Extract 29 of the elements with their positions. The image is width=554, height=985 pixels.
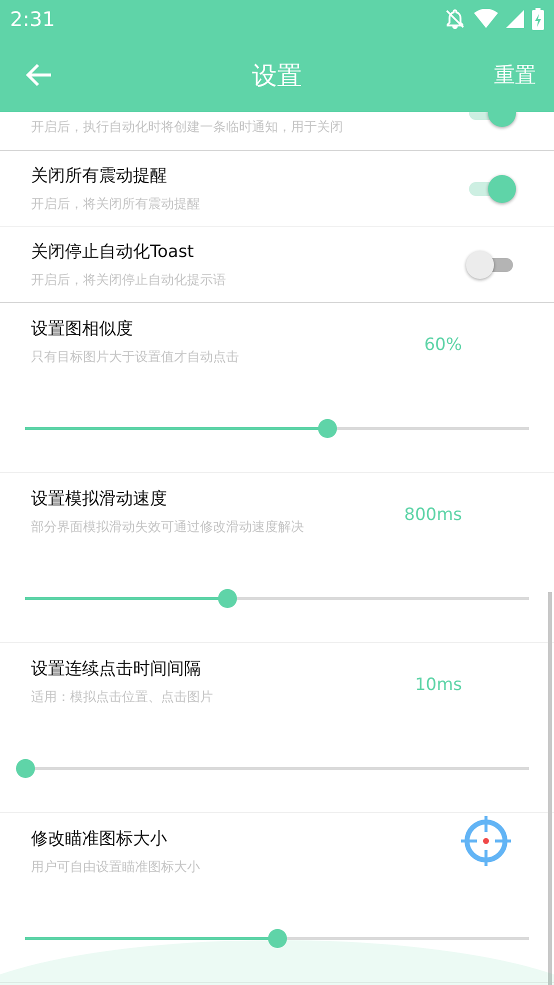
- setting-value: 60%: [424, 335, 462, 355]
- setting-title: 设置模拟滑动速度: [31, 488, 168, 510]
- setting-description: 开启后，执行自动化时将创建一条临时通知，用于关闭: [31, 119, 343, 136]
- setting-description: 只有目标图片大于设置值才自动点击: [31, 349, 239, 366]
- setting-title: 设置连续点击时间间隔: [31, 658, 202, 680]
- setting-description: 用户可自由设置瞄准图标大小: [31, 859, 200, 876]
- back-arrow-icon[interactable]: [25, 63, 53, 87]
- reset-button[interactable]: 重置: [490, 57, 540, 93]
- status-time: 2:31: [10, 7, 55, 31]
- slider-thumb[interactable]: [16, 759, 35, 778]
- setting-title: 修改瞄准图标大小: [31, 828, 168, 850]
- page-title: 设置: [252, 60, 302, 92]
- setting-description: 开启后，将关闭停止自动化提示语: [31, 272, 226, 289]
- battery-icon: [532, 8, 544, 30]
- setting-description: 开启后，将关闭所有震动提醒: [31, 196, 200, 213]
- setting-title: 关闭所有震动提醒: [31, 165, 168, 187]
- slider-thumb[interactable]: [218, 589, 237, 608]
- wifi-icon: [474, 9, 498, 29]
- crosshair-icon: [460, 815, 512, 867]
- bell-off-icon: [444, 8, 466, 30]
- slider-thumb[interactable]: [318, 419, 338, 438]
- slider-thumb[interactable]: [268, 929, 287, 948]
- setting-description: 适用：模拟点击位置、点击图片: [31, 689, 213, 706]
- setting-description: 部分界面模拟滑动失效可通过修改滑动速度解决: [31, 519, 304, 536]
- setting-title: 设置图相似度: [31, 318, 134, 340]
- signal-icon: [506, 10, 524, 28]
- setting-value: 10ms: [414, 675, 462, 695]
- setting-value: 800ms: [404, 505, 462, 525]
- setting-title: 关闭停止自动化Toast: [31, 241, 195, 263]
